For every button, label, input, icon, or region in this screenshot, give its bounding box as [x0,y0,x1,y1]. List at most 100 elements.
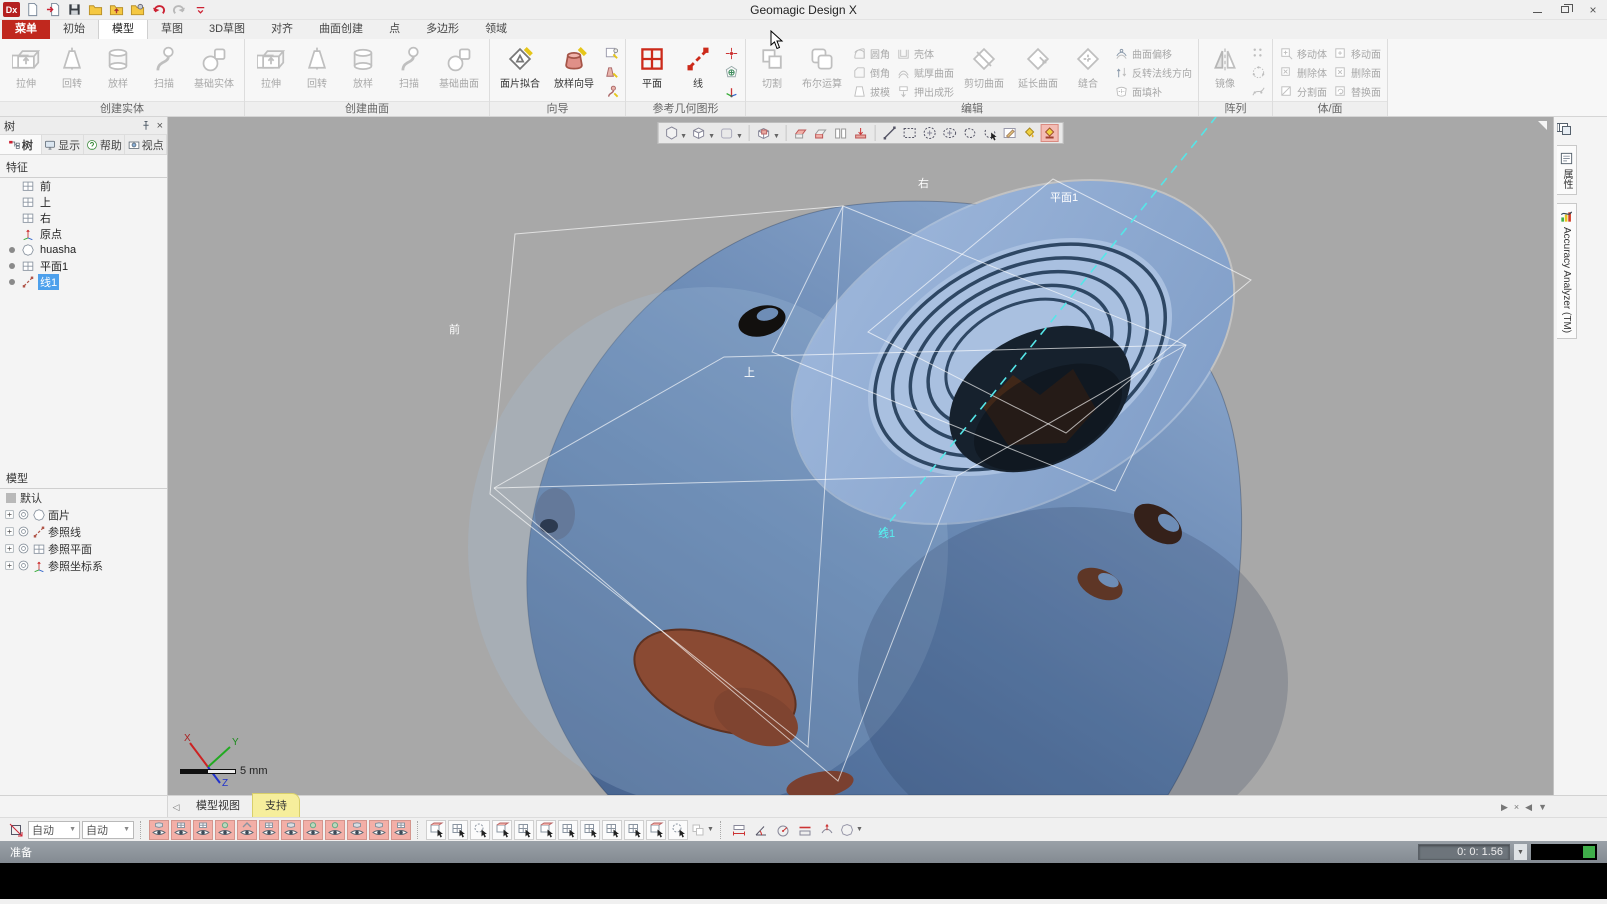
tree-item-huasha[interactable]: huasha [0,242,167,258]
menu-tab-曲面创建[interactable]: 曲面创建 [306,18,376,39]
dropdown-caret-icon[interactable]: ▼ [736,133,743,140]
menu-tab-菜单[interactable]: 菜单 [2,18,50,39]
eye-region-button[interactable] [171,820,191,840]
new-doc-icon[interactable] [23,2,41,18]
eye-mesh-button[interactable] [149,820,169,840]
ribbon-button-拉伸[interactable]: 拉伸 [249,41,293,90]
viewport-corner-handle[interactable] [1538,121,1547,130]
ribbon-button-删除体[interactable]: 删除体 [1277,63,1329,82]
ribbon-button-扫描[interactable]: 扫描 [387,41,431,90]
panel-tab-树[interactable]: 树 [0,135,42,154]
ribbon-button-拔模[interactable]: 拔模 [850,82,892,101]
measure-section-button[interactable] [795,820,815,840]
model-item-参照坐标系[interactable]: 参照坐标系 [0,557,167,574]
viewport-tool-select-lasso[interactable] [961,124,979,142]
tree-item-线1[interactable]: 线1 [0,274,167,290]
pin-icon[interactable] [140,120,152,132]
ribbon-button-剪切曲面[interactable]: 剪切曲面 [958,41,1010,90]
pick-face-button[interactable] [536,820,556,840]
tree-item-上[interactable]: 上 [0,194,167,210]
coordinate-dropdown[interactable]: ▼ [1514,844,1527,860]
save-icon[interactable] [65,2,83,18]
pick-region-button[interactable] [448,820,468,840]
viewport-tool-section-back[interactable] [812,124,830,142]
ribbon-button-pattern-curve[interactable] [1249,82,1268,101]
model-item-面片[interactable]: 面片 [0,506,167,523]
panel-tab-视点[interactable]: 视点 [125,135,167,154]
ribbon-button-pattern-linear[interactable] [1249,44,1268,63]
close-button[interactable]: × [1579,1,1607,19]
pick-cloud-button[interactable] [470,820,490,840]
visibility-eye-icon[interactable] [17,542,30,555]
model-default-item[interactable]: 默认 [0,489,167,506]
undo-icon[interactable] [149,2,167,18]
ribbon-button-面填补[interactable]: 面填补 [1112,82,1194,101]
ribbon-button-ref-circle[interactable] [722,63,741,82]
viewport-tool-select-extend[interactable] [1041,124,1059,142]
visibility-eye-icon[interactable] [17,508,30,521]
tree-item-原点[interactable]: 原点 [0,226,167,242]
tree-item-右[interactable]: 右 [0,210,167,226]
eye-pointcloud-button[interactable] [193,820,213,840]
ribbon-button-曲面偏移[interactable]: 曲面偏移 [1112,44,1194,63]
eye-refgeometry-button[interactable] [303,820,323,840]
ribbon-button-extrude-wizard[interactable] [602,44,621,63]
viewport-tool-section-base[interactable] [852,124,870,142]
folder-lock-icon[interactable] [128,2,146,18]
restore-button[interactable] [1551,1,1579,19]
menu-tab-领域[interactable]: 领域 [472,18,520,39]
ribbon-button-线[interactable]: 线 [676,41,720,90]
viewport-tool-pick-line[interactable] [881,124,899,142]
pick-face-4-button[interactable] [602,820,622,840]
folder-up-icon[interactable] [107,2,125,18]
tab-scroll-right-icon[interactable]: ▶ [1501,802,1508,813]
ribbon-button-切割[interactable]: 切割 [750,41,794,90]
auto-mode-dropdown-2[interactable]: 自动▼ [82,821,134,839]
measure-distance-button[interactable] [729,820,749,840]
open-folder-icon[interactable] [86,2,104,18]
measure-angle-button[interactable] [751,820,771,840]
measure-radius-button[interactable] [773,820,793,840]
viewport-tool-view-orient[interactable]: ▼ [755,124,781,142]
ribbon-button-扫描[interactable]: 扫描 [142,41,186,90]
eye-sketch-button[interactable] [259,820,279,840]
tab-list-icon[interactable]: ▼ [1538,802,1547,813]
pick-grid-sel-button[interactable] [646,820,666,840]
doc-tab-模型视图[interactable]: 模型视图 [184,794,252,817]
expand-icon[interactable] [4,526,15,537]
viewport-tool-section-split[interactable] [832,124,850,142]
measure-deviation-button[interactable] [817,820,837,840]
expand-icon[interactable] [4,560,15,571]
ribbon-button-壳体[interactable]: 壳体 [894,44,956,63]
ribbon-button-押出成形[interactable]: 押出成形 [894,82,956,101]
auto-mode-dropdown-1[interactable]: 自动▼ [28,821,80,839]
ribbon-button-revolve-wizard[interactable] [602,63,621,82]
menu-tab-点[interactable]: 点 [376,18,413,39]
redo-icon[interactable] [170,2,188,18]
viewport-tool-select-pencil[interactable] [1001,124,1019,142]
ribbon-button-放样[interactable]: 放样 [341,41,385,90]
tree-item-平面1[interactable]: 平面1 [0,258,167,274]
eye-3dsketch-button[interactable] [281,820,301,840]
viewport-tool-render-flat[interactable]: ▼ [718,124,744,142]
eye-refcoord-button[interactable] [369,820,389,840]
scan-mesh-model[interactable] [168,117,1553,795]
ribbon-button-ref-point[interactable] [722,44,741,63]
model-item-参照平面[interactable]: 参照平面 [0,540,167,557]
ribbon-button-回转[interactable]: 回转 [50,41,94,90]
ribbon-button-基础曲面[interactable]: 基础曲面 [433,41,485,90]
ribbon-button-面片拟合[interactable]: 面片拟合 [494,41,546,90]
ribbon-button-圆角[interactable]: 圆角 [850,44,892,63]
menu-tab-模型[interactable]: 模型 [98,17,148,39]
ribbon-button-sweep-wizard[interactable] [602,82,621,101]
doc-tab-支持[interactable]: 支持 [252,793,300,817]
pick-coord-sel-button[interactable] [668,820,688,840]
ribbon-button-pattern-circular[interactable] [1249,63,1268,82]
dropdown-caret-icon[interactable]: ▼ [773,133,780,140]
import-doc-icon[interactable] [44,2,62,18]
tree-item-前[interactable]: 前 [0,178,167,194]
menu-tab-草图[interactable]: 草图 [148,18,196,39]
visibility-eye-icon[interactable] [17,559,30,572]
pick-face-2-button[interactable] [558,820,578,840]
ribbon-button-赋厚曲面[interactable]: 赋厚曲面 [894,63,956,82]
